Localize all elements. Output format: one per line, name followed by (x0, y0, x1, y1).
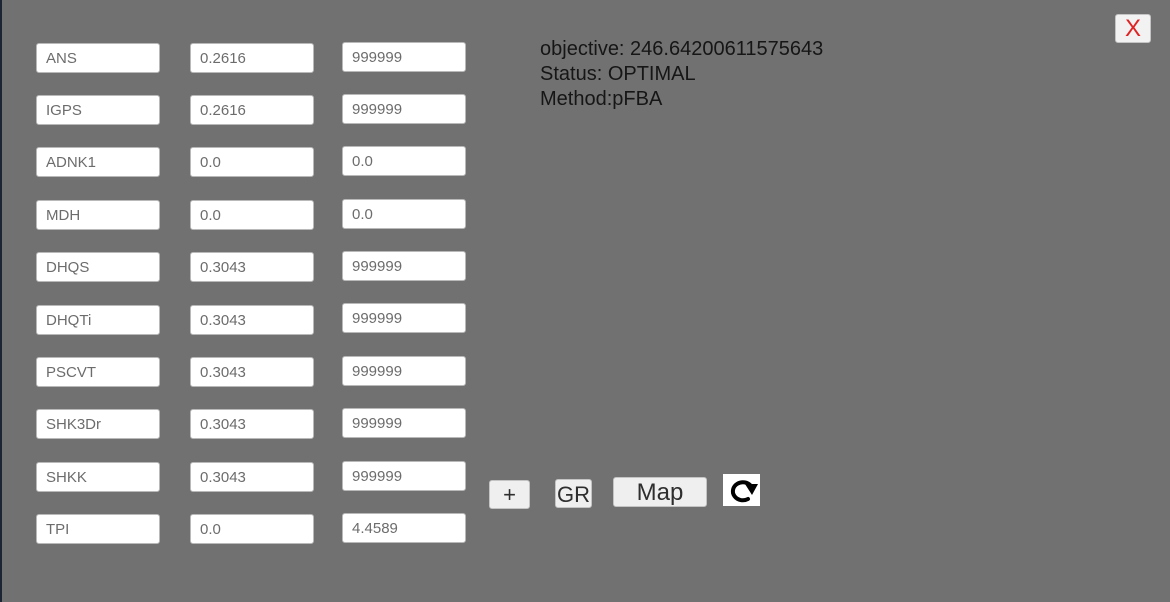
lower-bound-field[interactable] (190, 200, 314, 230)
upper-bound-field[interactable] (342, 251, 466, 281)
reaction-name-field[interactable] (36, 514, 160, 544)
reaction-name-field[interactable] (36, 95, 160, 125)
objective-value: objective: 246.64200611575643 (540, 38, 824, 60)
map-button[interactable]: Map (613, 477, 707, 507)
upper-bound-field[interactable] (342, 461, 466, 491)
upper-bound-field[interactable] (342, 42, 466, 72)
lower-bound-field[interactable] (190, 43, 314, 73)
lower-bound-field[interactable] (190, 147, 314, 177)
reaction-name-field[interactable] (36, 409, 160, 439)
upper-bound-field[interactable] (342, 303, 466, 333)
gr-button[interactable]: GR (555, 479, 592, 508)
lower-bound-field[interactable] (190, 305, 314, 335)
lower-bound-field[interactable] (190, 409, 314, 439)
solver-status: Status: OPTIMAL (540, 63, 696, 85)
refresh-icon (730, 480, 758, 503)
reaction-name-field[interactable] (36, 43, 160, 73)
optimization-results: objective: 246.64200611575643 Status: OP… (540, 37, 823, 112)
close-button[interactable]: X (1115, 14, 1151, 43)
lower-bound-field[interactable] (190, 252, 314, 282)
upper-bound-field[interactable] (342, 94, 466, 124)
upper-bound-field[interactable] (342, 513, 466, 543)
upper-bound-field[interactable] (342, 356, 466, 386)
lower-bound-field[interactable] (190, 462, 314, 492)
lower-bound-field[interactable] (190, 514, 314, 544)
reaction-name-field[interactable] (36, 147, 160, 177)
lower-bound-field[interactable] (190, 357, 314, 387)
upper-bound-field[interactable] (342, 408, 466, 438)
refresh-button[interactable] (723, 474, 760, 506)
window-edge (0, 0, 2, 602)
reaction-name-field[interactable] (36, 252, 160, 282)
solver-method: Method:pFBA (540, 88, 663, 110)
reaction-name-field[interactable] (36, 305, 160, 335)
upper-bound-field[interactable] (342, 146, 466, 176)
add-row-button[interactable]: + (489, 480, 530, 509)
reaction-name-field[interactable] (36, 357, 160, 387)
reaction-name-field[interactable] (36, 200, 160, 230)
reaction-name-field[interactable] (36, 462, 160, 492)
upper-bound-field[interactable] (342, 199, 466, 229)
lower-bound-field[interactable] (190, 95, 314, 125)
